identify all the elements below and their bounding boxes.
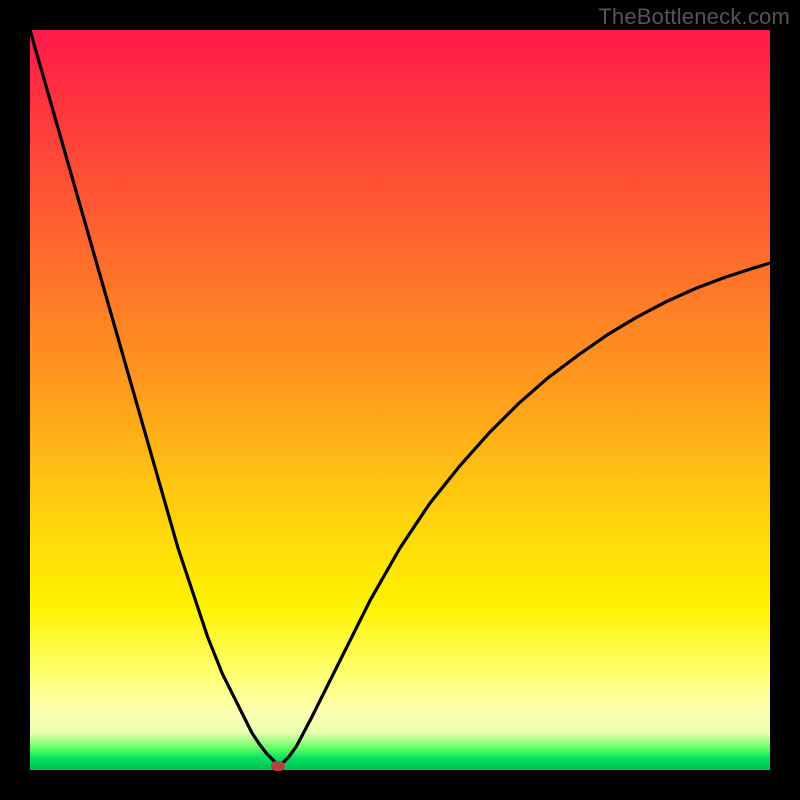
plot-area <box>30 30 770 770</box>
optimal-marker <box>271 761 285 771</box>
curve-path <box>30 30 770 766</box>
chart-frame: TheBottleneck.com <box>0 0 800 800</box>
watermark-text: TheBottleneck.com <box>598 4 790 30</box>
bottleneck-curve <box>30 30 770 770</box>
